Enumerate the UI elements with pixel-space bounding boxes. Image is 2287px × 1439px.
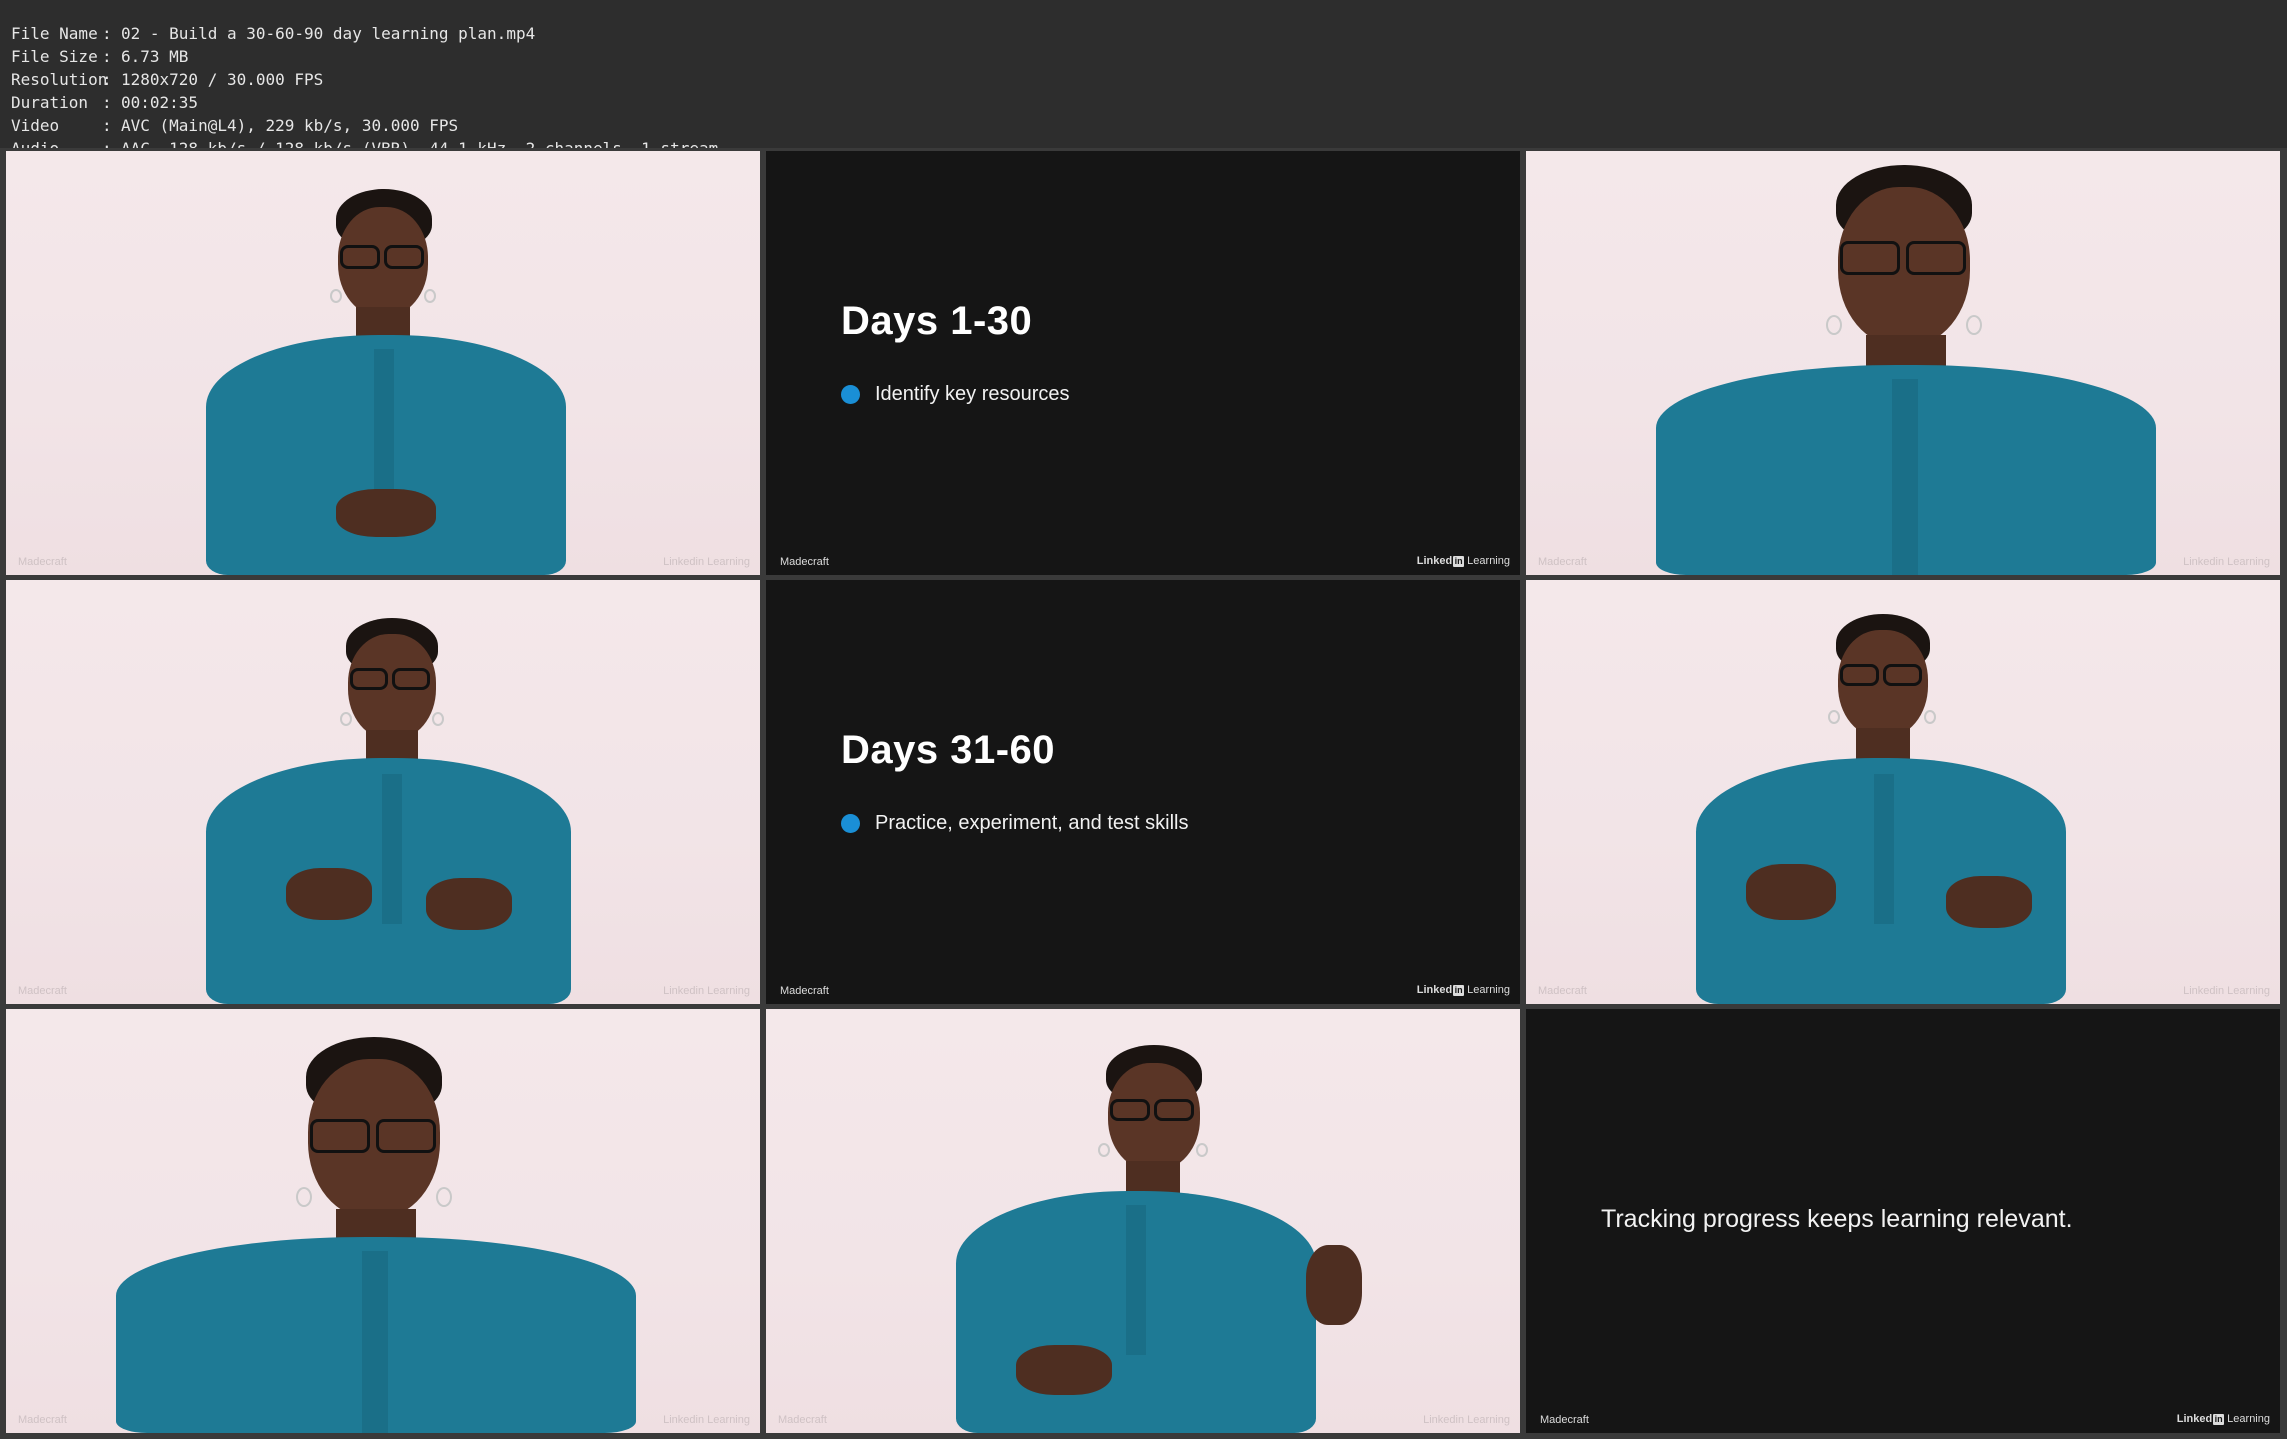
presenter-figure: [116, 1037, 636, 1433]
linkedin-logo-icon: in: [2213, 1413, 2225, 1425]
meta-duration: Duration:00:02:35: [11, 93, 199, 112]
brand-madecraft: Madecraft: [780, 985, 829, 997]
linkedin-logo-icon: in: [1453, 555, 1465, 567]
slide-title: Days 31-60: [841, 728, 1056, 772]
thumbnail-5-slide[interactable]: Days 31-60 Practice, experiment, and tes…: [766, 580, 1520, 1004]
watermark-madecraft: Madecraft: [18, 1414, 67, 1426]
thumbnail-4[interactable]: Madecraft Linkedin Learning: [6, 580, 760, 1004]
watermark-linkedin: Linkedin Learning: [663, 985, 750, 997]
meta-file-name: File Name:02 - Build a 30-60-90 day lear…: [11, 24, 536, 43]
watermark-madecraft: Madecraft: [18, 985, 67, 997]
thumbnail-1[interactable]: Madecraft Linkedin Learning: [6, 151, 760, 575]
meta-video: Video: AVC (Main@L4), 229 kb/s, 30.000 FP…: [11, 116, 459, 135]
presenter-figure: [956, 1045, 1376, 1433]
watermark-madecraft: Madecraft: [1538, 556, 1587, 568]
thumbnail-9-slide[interactable]: Tracking progress keeps learning relevan…: [1526, 1009, 2280, 1433]
thumbnail-8[interactable]: Madecraft Linkedin Learning: [766, 1009, 1520, 1433]
media-info-header: File Name:02 - Build a 30-60-90 day lear…: [0, 0, 2287, 158]
presenter-figure: [206, 189, 566, 575]
watermark-linkedin: Linkedin Learning: [2183, 985, 2270, 997]
slide-quote: Tracking progress keeps learning relevan…: [1601, 1205, 2073, 1233]
slide-title: Days 1-30: [841, 299, 1033, 343]
meta-resolution: Resolution:1280x720 / 30.000 FPS: [11, 70, 324, 89]
watermark-linkedin: Linkedin Learning: [663, 1414, 750, 1426]
meta-audio: Audio:AAC, 128 kb/s / 128 kb/s (VBR), 44…: [11, 120, 718, 158]
watermark-linkedin: Linkedin Learning: [663, 556, 750, 568]
brand-linkedin-learning: Linked in Learning: [1416, 984, 1510, 996]
thumbnail-7[interactable]: Madecraft Linkedin Learning: [6, 1009, 760, 1433]
thumbnail-2-slide[interactable]: Days 1-30 Identify key resources Madecra…: [766, 151, 1520, 575]
slide-bullet: Practice, experiment, and test skills: [841, 812, 1188, 835]
presenter-figure: [1656, 165, 2156, 575]
presenter-figure: [206, 618, 571, 1004]
bullet-dot-icon: [841, 385, 860, 404]
thumbnail-3[interactable]: Madecraft Linkedin Learning: [1526, 151, 2280, 575]
thumbnail-grid: Madecraft Linkedin Learning Days 1-30 Id…: [0, 148, 2287, 1439]
brand-madecraft: Madecraft: [1540, 1414, 1589, 1426]
slide-bullet: Identify key resources: [841, 383, 1070, 406]
watermark-madecraft: Madecraft: [18, 556, 67, 568]
linkedin-logo-icon: in: [1453, 984, 1465, 996]
watermark-madecraft: Madecraft: [1538, 985, 1587, 997]
thumbnail-6[interactable]: Madecraft Linkedin Learning: [1526, 580, 2280, 1004]
meta-file-size: File Size:6.73 MB: [11, 47, 189, 66]
presenter-figure: [1696, 614, 2066, 1004]
brand-linkedin-learning: Linked in Learning: [2176, 1413, 2270, 1425]
watermark-madecraft: Madecraft: [778, 1414, 827, 1426]
brand-linkedin-learning: Linked in Learning: [1416, 555, 1510, 567]
bullet-dot-icon: [841, 814, 860, 833]
watermark-linkedin: Linkedin Learning: [1423, 1414, 1510, 1426]
watermark-linkedin: Linkedin Learning: [2183, 556, 2270, 568]
brand-madecraft: Madecraft: [780, 556, 829, 568]
